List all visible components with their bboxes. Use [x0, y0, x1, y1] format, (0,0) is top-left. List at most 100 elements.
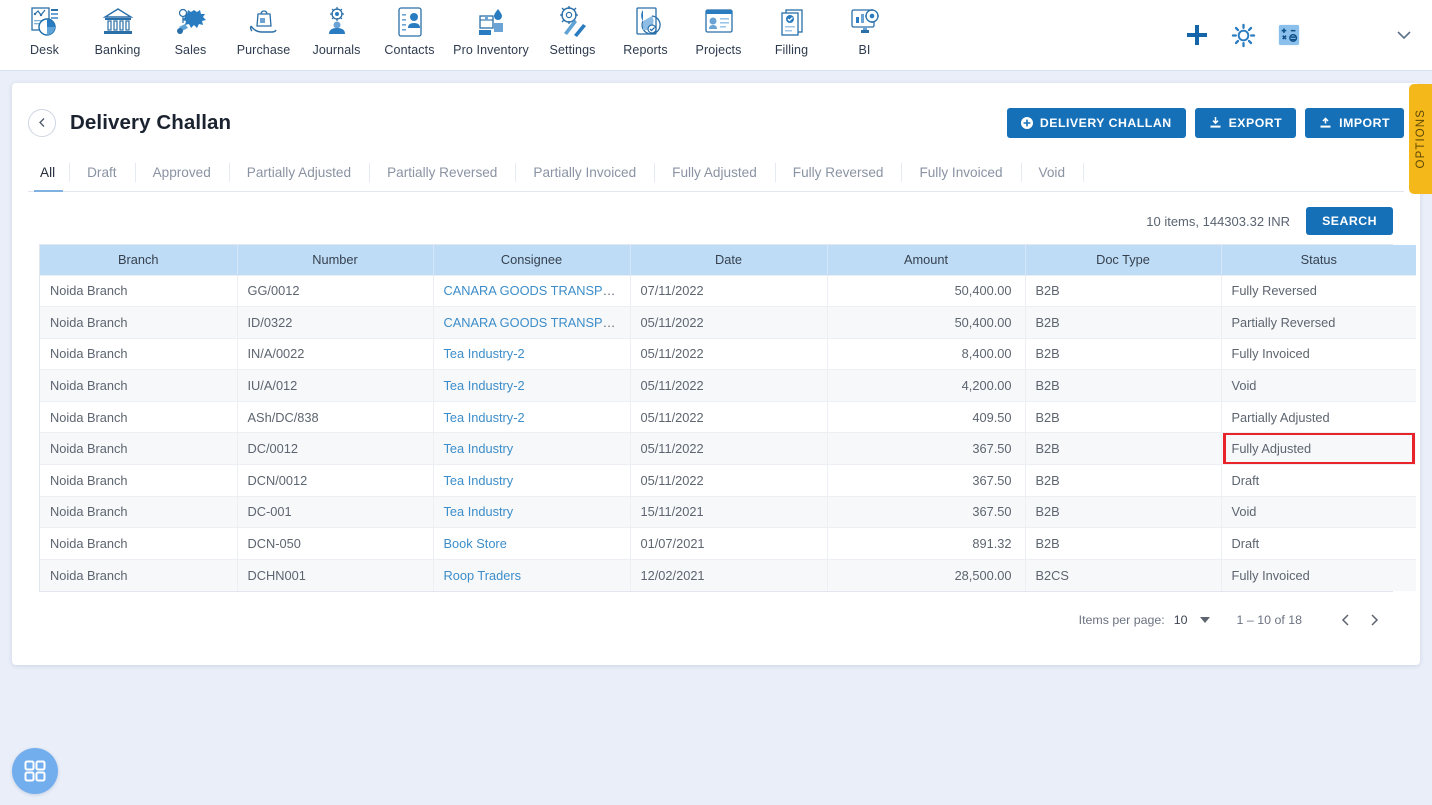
items-per-page-dropdown-icon[interactable]	[1199, 616, 1210, 623]
nav-item-bi[interactable]: BI	[828, 0, 901, 57]
table-row[interactable]: Noida Branch ID/0322 CANARA GOODS TRANSP…	[40, 306, 1416, 339]
column-header-status[interactable]: Status	[1221, 245, 1416, 275]
top-navigation-bar: Desk Banking Sales Purchase Journals Con…	[0, 0, 1432, 71]
consignee-link[interactable]: CANARA GOODS TRANSPORT	[444, 283, 630, 298]
column-header-number[interactable]: Number	[237, 245, 434, 275]
plus-circle-icon	[1020, 116, 1033, 129]
table-row[interactable]: Noida Branch DC/0012 Tea Industry 05/11/…	[40, 432, 1416, 465]
cell-status: Partially Adjusted	[1221, 400, 1416, 433]
cell-consignee: Tea Industry	[433, 432, 631, 465]
column-header-doctype[interactable]: Doc Type	[1025, 245, 1222, 275]
tab-fully-invoiced[interactable]: Fully Invoiced	[901, 154, 1020, 191]
apps-launcher-button[interactable]	[12, 748, 58, 794]
reports-piechart-icon	[635, 7, 661, 35]
cell-consignee: CANARA GOODS TRANSPORT	[433, 306, 631, 339]
tab-fully-adjusted[interactable]: Fully Adjusted	[654, 154, 775, 191]
nav-item-journals[interactable]: Journals	[300, 0, 373, 57]
table-row[interactable]: Noida Branch DCN-050 Book Store 01/07/20…	[40, 527, 1416, 560]
tab-void[interactable]: Void	[1020, 154, 1083, 191]
chevron-right-icon	[1371, 614, 1379, 626]
cell-consignee: Tea Industry-2	[433, 337, 631, 370]
cell-number: DCN-050	[237, 527, 434, 560]
header-actions: DELIVERY CHALLAN EXPORT IMPORT	[1006, 107, 1404, 138]
export-button[interactable]: EXPORT	[1194, 107, 1297, 138]
nav-item-projects[interactable]: Projects	[682, 0, 755, 57]
table-row[interactable]: Noida Branch IN/A/0022 Tea Industry-2 05…	[40, 337, 1416, 370]
nav-item-filling[interactable]: Filling	[755, 0, 828, 57]
consignee-link[interactable]: Tea Industry	[444, 473, 514, 488]
previous-page-button[interactable]	[1332, 606, 1360, 634]
tab-fully-reversed[interactable]: Fully Reversed	[774, 154, 902, 191]
tab-partially-invoiced[interactable]: Partially Invoiced	[515, 154, 654, 191]
desk-dashboard-icon	[30, 7, 58, 36]
nav-item-reports[interactable]: Reports	[609, 0, 682, 57]
tab-partially-adjusted[interactable]: Partially Adjusted	[228, 154, 369, 191]
cell-status: Partially Reversed	[1221, 306, 1416, 339]
consignee-link[interactable]: CANARA GOODS TRANSPORT	[444, 315, 630, 330]
nav-items: Desk Banking Sales Purchase Journals Con…	[0, 0, 901, 57]
export-download-icon	[1210, 117, 1221, 128]
consignee-link[interactable]: Tea Industry-2	[444, 410, 525, 425]
cell-number: ASh/DC/838	[237, 400, 434, 433]
cell-status: Draft	[1221, 464, 1416, 497]
tab-all[interactable]: All	[28, 154, 69, 192]
table-row[interactable]: Noida Branch GG/0012 CANARA GOODS TRANSP…	[40, 274, 1416, 307]
items-per-page-label: Items per page:	[1078, 612, 1165, 627]
next-page-button[interactable]	[1360, 606, 1388, 634]
cell-doctype: B2B	[1025, 369, 1222, 402]
cell-date: 12/02/2021	[630, 558, 828, 591]
nav-item-label: Desk	[30, 43, 59, 57]
table-row[interactable]: Noida Branch ASh/DC/838 Tea Industry-2 0…	[40, 400, 1416, 433]
column-header-date[interactable]: Date	[630, 245, 828, 275]
nav-item-settings[interactable]: Settings	[536, 0, 609, 57]
chevron-left-icon	[1341, 614, 1349, 626]
inventory-icon	[479, 9, 503, 35]
nav-item-sales[interactable]: Sales	[154, 0, 227, 57]
cell-date: 05/11/2022	[630, 306, 828, 339]
options-side-tab[interactable]: OPTIONS	[1409, 84, 1432, 194]
nav-item-pro-inventory[interactable]: Pro Inventory	[446, 0, 536, 57]
gear-icon[interactable]	[1231, 23, 1256, 48]
tab-partially-reversed[interactable]: Partially Reversed	[369, 154, 515, 191]
nav-item-purchase[interactable]: Purchase	[227, 0, 300, 57]
column-header-consignee[interactable]: Consignee	[433, 245, 631, 275]
back-button[interactable]	[28, 108, 56, 137]
column-header-branch[interactable]: Branch	[40, 245, 238, 275]
cell-date: 05/11/2022	[630, 369, 828, 402]
items-per-page-value[interactable]: 10	[1174, 613, 1188, 627]
table-row[interactable]: Noida Branch IU/A/012 Tea Industry-2 05/…	[40, 369, 1416, 402]
search-row: 10 items, 144303.32 INR SEARCH	[12, 192, 1420, 238]
add-icon[interactable]	[1184, 22, 1210, 48]
consignee-link[interactable]: Tea Industry	[444, 504, 514, 519]
table-row[interactable]: Noida Branch DC-001 Tea Industry 15/11/2…	[40, 495, 1416, 528]
consignee-link[interactable]: Tea Industry-2	[444, 378, 525, 393]
table-row[interactable]: Noida Branch DCN/0012 Tea Industry 05/11…	[40, 464, 1416, 497]
nav-item-desk[interactable]: Desk	[8, 0, 81, 57]
nav-item-banking[interactable]: Banking	[81, 0, 154, 57]
tab-label: Draft	[87, 165, 117, 180]
calculator-icon[interactable]	[1277, 23, 1301, 47]
table-row[interactable]: Noida Branch DCHN001 Roop Traders 12/02/…	[40, 558, 1416, 591]
new-delivery-challan-button[interactable]: DELIVERY CHALLAN	[1006, 107, 1186, 138]
tab-approved[interactable]: Approved	[134, 154, 229, 191]
cell-doctype: B2B	[1025, 464, 1222, 497]
nav-item-contacts[interactable]: Contacts	[373, 0, 446, 57]
chevron-down-icon[interactable]	[1394, 25, 1414, 45]
search-button[interactable]: SEARCH	[1306, 207, 1393, 235]
nav-right-actions	[1184, 0, 1432, 48]
cell-amount: 367.50	[827, 495, 1026, 528]
consignee-link[interactable]: Tea Industry-2	[444, 346, 525, 361]
tab-label: Fully Reversed	[792, 165, 884, 180]
cell-consignee: Book Store	[433, 527, 631, 560]
column-header-amount[interactable]: Amount	[827, 245, 1026, 275]
tab-draft[interactable]: Draft	[69, 154, 134, 191]
consignee-link[interactable]: Roop Traders	[444, 568, 522, 583]
import-button[interactable]: IMPORT	[1305, 107, 1404, 138]
paginator: Items per page: 10 1 – 10 of 18	[12, 592, 1420, 634]
cell-branch: Noida Branch	[40, 464, 238, 497]
consignee-link[interactable]: Tea Industry	[444, 441, 514, 456]
settings-tools-icon	[559, 6, 586, 37]
consignee-link[interactable]: Book Store	[444, 536, 507, 551]
cell-branch: Noida Branch	[40, 306, 238, 339]
button-label: EXPORT	[1228, 115, 1283, 130]
